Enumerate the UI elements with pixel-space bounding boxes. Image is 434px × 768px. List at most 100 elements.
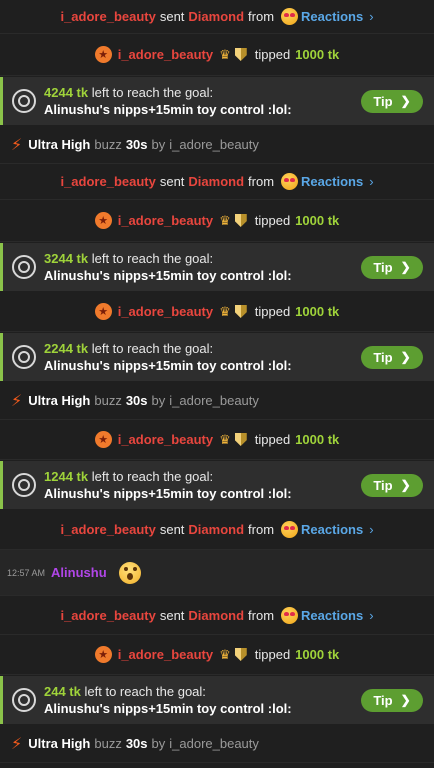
target-icon (12, 89, 36, 113)
star-badge-icon: ★ (94, 212, 112, 229)
tip-button-label: Tip (373, 259, 393, 275)
heart-eyes-emoji-icon (281, 521, 299, 538)
buzz-message: ⚡︎ Ultra High buzz 30s by i_adore_beauty (0, 126, 434, 164)
goal-message: 244 tk left to reach the goal: Alinushu'… (0, 676, 434, 724)
username[interactable]: i_adore_beauty (60, 174, 155, 189)
tip-button[interactable]: Tip ❯ (361, 688, 423, 712)
goal-remaining: 1244 tk (44, 469, 89, 484)
chevron-right-icon: ❯ (400, 693, 411, 707)
chevron-right-icon: ❯ (400, 94, 411, 108)
gift-item: Diamond (188, 522, 245, 537)
gift-message: i_adore_beauty sent Diamond from Reactio… (0, 164, 434, 200)
crown-icon: ♛ (219, 46, 231, 62)
chat-message: 12:57 AM Alinushu (0, 550, 434, 596)
shield-icon (234, 214, 247, 227)
buzz-duration: 30s (125, 137, 148, 152)
gift-sent-text: sent (159, 608, 185, 623)
goal-title: Alinushu's nipps+15min toy control :lol: (44, 486, 292, 501)
heart-eyes-emoji-icon (281, 173, 299, 190)
chevron-right-icon: ❯ (400, 478, 411, 492)
crown-icon: ♛ (219, 212, 231, 228)
tipped-text: tipped (254, 647, 291, 662)
gift-sent-text: sent (159, 9, 185, 24)
tip-message: ★ i_adore_beauty ♛ tipped 1000 tk (0, 34, 434, 76)
username[interactable]: i_adore_beauty (60, 522, 155, 537)
heart-eyes-emoji-icon (281, 607, 299, 624)
goal-remaining: 244 tk (44, 684, 81, 699)
goal-message: 1244 tk left to reach the goal: Alinushu… (0, 461, 434, 509)
username[interactable]: i_adore_beauty (169, 393, 259, 408)
reactions-link[interactable]: Reactions (301, 608, 363, 623)
tip-button-label: Tip (373, 692, 393, 708)
goal-left-text: left to reach the goal: (91, 469, 214, 484)
goal-left-text: left to reach the goal: (84, 684, 206, 699)
buzz-by: by (151, 393, 166, 408)
tip-button[interactable]: Tip ❯ (361, 89, 423, 113)
chevron-right-icon: ❯ (400, 350, 411, 364)
chevron-right-icon[interactable]: › (369, 608, 373, 623)
tip-button-label: Tip (373, 93, 393, 109)
crown-icon: ♛ (219, 431, 231, 447)
buzz-message: ⚡︎ Ultra High buzz 30s by i_adore_beauty (0, 382, 434, 420)
username[interactable]: i_adore_beauty (118, 213, 213, 228)
chevron-right-icon[interactable]: › (369, 522, 373, 537)
goal-left-text: left to reach the goal: (91, 85, 214, 100)
gift-message: i_adore_beauty sent Diamond from Reactio… (0, 0, 434, 34)
chat-feed: i_adore_beauty sent Diamond from Reactio… (0, 0, 434, 768)
tip-message: ★ i_adore_beauty ♛ tipped 1000 tk (0, 200, 434, 242)
buzz-duration: 30s (125, 393, 148, 408)
goal-title: Alinushu's nipps+15min toy control :lol: (44, 701, 292, 716)
reactions-link[interactable]: Reactions (301, 9, 363, 24)
goal-left-text: left to reach the goal: (91, 251, 214, 266)
chevron-right-icon[interactable]: › (369, 174, 373, 189)
gift-from-text: from (248, 608, 275, 623)
reactions-link[interactable]: Reactions (301, 522, 363, 537)
shield-icon (234, 48, 247, 61)
username[interactable]: i_adore_beauty (60, 608, 155, 623)
username[interactable]: i_adore_beauty (118, 432, 213, 447)
username[interactable]: i_adore_beauty (169, 736, 259, 751)
target-icon (12, 255, 36, 279)
crown-icon: ♛ (219, 303, 231, 319)
goal-remaining: 4244 tk (44, 85, 89, 100)
username[interactable]: i_adore_beauty (60, 9, 155, 24)
buzz-level: Ultra High (28, 137, 91, 152)
buzz-duration: 30s (125, 736, 148, 751)
gift-from-text: from (248, 174, 275, 189)
crown-icon: ♛ (219, 646, 231, 662)
tip-button[interactable]: Tip ❯ (361, 345, 423, 369)
gift-message: i_adore_beauty sent Diamond from Reactio… (0, 510, 434, 550)
tip-button[interactable]: Tip ❯ (361, 255, 423, 279)
buzz-word: buzz (94, 736, 122, 751)
lightning-icon: ⚡︎ (11, 392, 23, 410)
star-badge-icon: ★ (94, 431, 112, 448)
reactions-link[interactable]: Reactions (301, 174, 363, 189)
chevron-right-icon[interactable]: › (369, 9, 373, 24)
buzz-by: by (151, 137, 166, 152)
tip-button-label: Tip (373, 349, 393, 365)
tipped-text: tipped (254, 304, 291, 319)
goal-remaining: 2244 tk (44, 341, 89, 356)
buzz-level: Ultra High (28, 736, 91, 751)
goal-title: Alinushu's nipps+15min toy control :lol: (44, 102, 292, 117)
tip-message: ★ i_adore_beauty ♛ tipped 1000 tk (0, 292, 434, 332)
target-icon (12, 688, 36, 712)
tip-button[interactable]: Tip ❯ (361, 473, 423, 497)
goal-title: Alinushu's nipps+15min toy control :lol: (44, 358, 292, 373)
buzz-message: ⚡︎ Ultra High buzz 30s by i_adore_beauty (0, 725, 434, 763)
tip-amount: 1000 tk (295, 432, 340, 447)
chevron-right-icon: ❯ (400, 260, 411, 274)
username[interactable]: i_adore_beauty (118, 47, 213, 62)
goal-message: 4244 tk left to reach the goal: Alinushu… (0, 77, 434, 125)
username[interactable]: i_adore_beauty (118, 647, 213, 662)
gift-from-text: from (248, 522, 275, 537)
shield-icon (234, 648, 247, 661)
gift-from-text: from (248, 9, 275, 24)
tipped-text: tipped (254, 47, 291, 62)
username[interactable]: i_adore_beauty (118, 304, 213, 319)
lightning-icon: ⚡︎ (11, 735, 23, 753)
message-author[interactable]: Alinushu (51, 565, 107, 580)
buzz-word: buzz (94, 393, 122, 408)
tip-amount: 1000 tk (295, 647, 340, 662)
username[interactable]: i_adore_beauty (169, 137, 259, 152)
